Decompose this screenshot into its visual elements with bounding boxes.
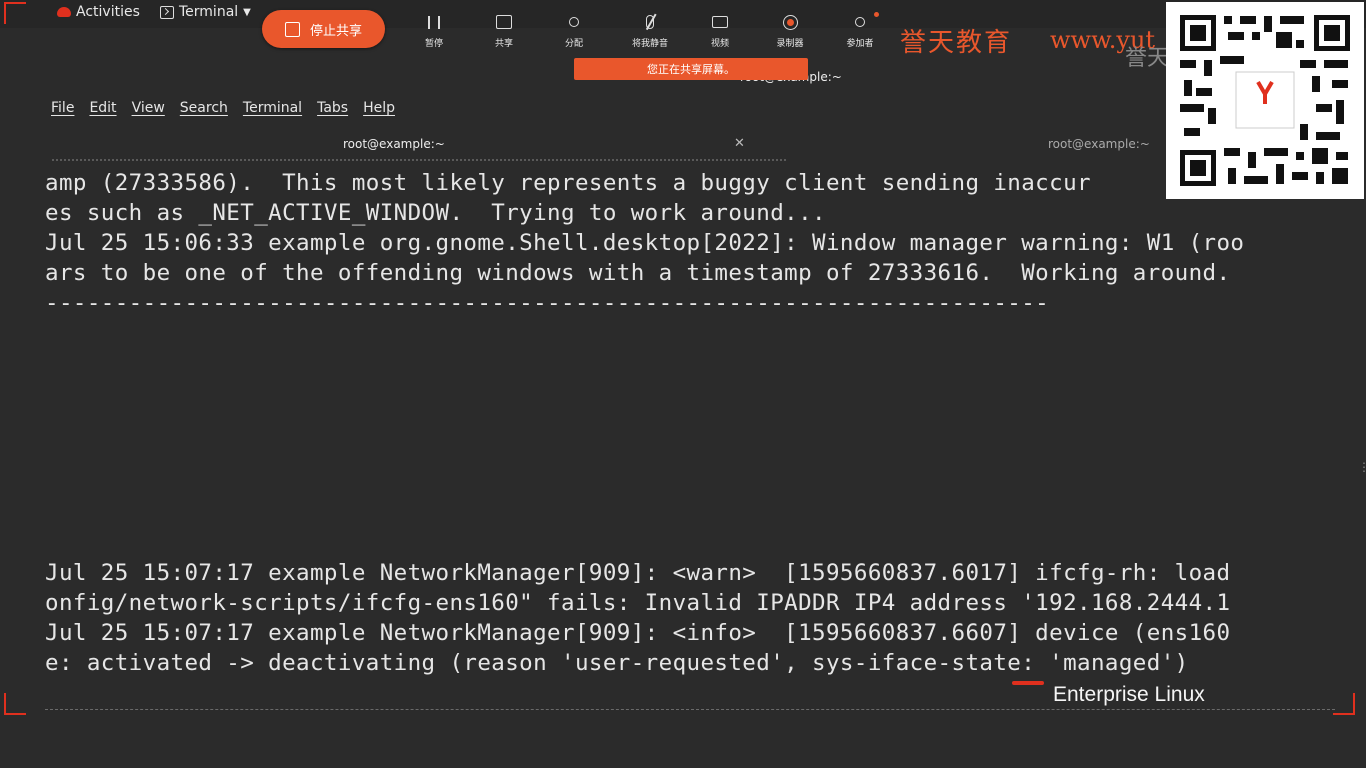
mic-off-icon <box>646 15 654 29</box>
share-icon <box>496 15 512 29</box>
camera-icon <box>712 16 728 28</box>
participants-label: 参加者 <box>846 39 874 49</box>
sharing-banner: 您正在共享屏幕。 <box>574 58 808 80</box>
top-bar: Activities Terminal ▼ <box>0 0 1366 28</box>
tab-active[interactable]: root@example:~ ✕ <box>52 131 786 161</box>
record-icon <box>782 14 798 30</box>
notification-dot <box>874 12 879 17</box>
menu-tabs[interactable]: Tabs <box>317 100 348 122</box>
qr-code-image <box>1166 2 1364 199</box>
divider <box>45 709 1335 710</box>
brand-bar <box>1012 681 1044 685</box>
terminal-line: Jul 25 15:07:17 example NetworkManager[9… <box>45 620 1231 646</box>
assign-label: 分配 <box>564 39 583 49</box>
close-icon[interactable]: ✕ <box>734 136 745 151</box>
app-menu-label: Terminal <box>179 4 239 20</box>
recorder-button[interactable]: 录制器 <box>760 12 820 49</box>
activities-label: Activities <box>76 4 140 20</box>
assign-button[interactable]: 分配 <box>544 12 604 49</box>
video-button[interactable]: 视频 <box>690 12 750 49</box>
terminal-icon <box>160 5 174 19</box>
participants-button[interactable]: 参加者 <box>830 12 890 49</box>
menu-view[interactable]: View <box>132 100 165 122</box>
menu-search[interactable]: Search <box>180 100 228 122</box>
app-menu-button[interactable]: Terminal ▼ <box>160 4 251 20</box>
terminal-line: ars to be one of the offending windows w… <box>45 260 1231 286</box>
branding-text: Enterprise Linux <box>1053 683 1205 706</box>
terminal-menubar: File Edit View Search Terminal Tabs Help <box>40 100 395 122</box>
terminal-line: amp (27333586). This most likely represe… <box>45 170 1091 196</box>
stop-icon <box>284 21 300 37</box>
stop-share-label: 停止共享 <box>309 23 362 39</box>
watermark-brand: 誉天教育 <box>900 28 1013 58</box>
menu-file[interactable]: File <box>51 100 74 122</box>
terminal-line: e: activated -> deactivating (reason 'us… <box>45 650 1189 676</box>
menu-help[interactable]: Help <box>363 100 395 122</box>
scroll-indicator[interactable]: ⋮ <box>1358 460 1366 474</box>
mute-button[interactable]: 将我静音 <box>620 12 680 49</box>
terminal-separator: ----------------------------------------… <box>45 290 1050 316</box>
share-button[interactable]: 共享 <box>474 12 534 49</box>
pause-icon <box>428 15 440 29</box>
pause-button[interactable]: 暂停 <box>404 12 464 49</box>
chevron-down-icon: ▼ <box>243 6 251 18</box>
qr-code <box>1166 2 1364 199</box>
activities-button[interactable]: Activities <box>57 4 140 20</box>
mute-label: 将我静音 <box>631 39 668 49</box>
terminal-line: Jul 25 15:07:17 example NetworkManager[9… <box>45 560 1231 586</box>
person-icon <box>569 17 579 27</box>
corner-mark <box>1333 693 1355 715</box>
stop-share-button[interactable]: 停止共享 <box>262 10 385 48</box>
tab-inactive[interactable]: root@example:~ <box>1048 137 1150 151</box>
participants-icon <box>855 17 865 27</box>
terminal-line: es such as _NET_ACTIVE_WINDOW. Trying to… <box>45 200 826 226</box>
corner-mark <box>4 2 26 24</box>
video-label: 视频 <box>710 39 729 49</box>
menu-terminal[interactable]: Terminal <box>243 100 302 122</box>
corner-mark <box>4 693 26 715</box>
share-label: 共享 <box>494 39 513 49</box>
pause-label: 暂停 <box>424 39 443 49</box>
redhat-icon <box>57 7 71 17</box>
terminal-line: Jul 25 15:06:33 example org.gnome.Shell.… <box>45 230 1245 256</box>
terminal-line: onfig/network-scripts/ifcfg-ens160" fail… <box>45 590 1231 616</box>
tab-label: root@example:~ <box>343 137 445 151</box>
watermark-partial: 誉天 <box>1125 46 1170 71</box>
menu-edit[interactable]: Edit <box>89 100 116 122</box>
recorder-label: 录制器 <box>776 39 804 49</box>
